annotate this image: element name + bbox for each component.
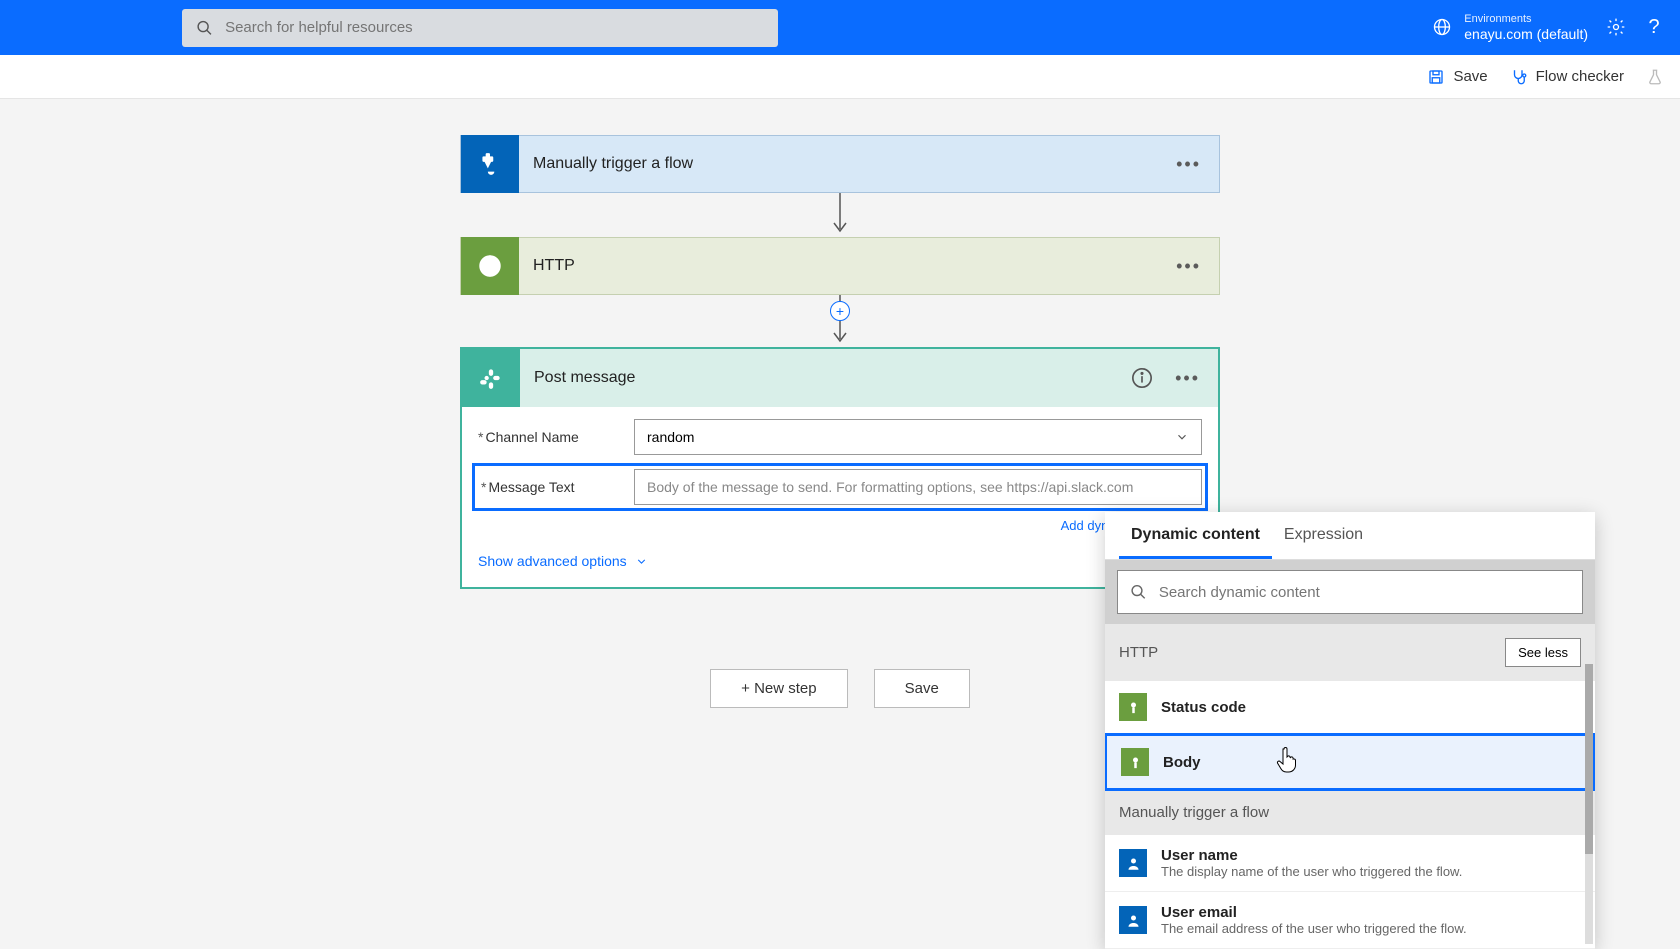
token-name: Status code (1161, 699, 1246, 716)
http-icon (461, 237, 519, 295)
help-icon[interactable]: ? (1644, 17, 1664, 37)
token-item[interactable]: User emailThe email address of the user … (1105, 892, 1595, 949)
dynamic-content-popup: Dynamic content Expression HTTPSee less … (1105, 512, 1595, 949)
stethoscope-icon (1510, 68, 1528, 86)
environment-picker[interactable]: Environments enayu.com (default) (1432, 13, 1588, 43)
connector-arrow (830, 295, 850, 347)
token-item[interactable]: User nameThe display name of the user wh… (1105, 835, 1595, 892)
search-icon (196, 19, 213, 37)
trigger-step[interactable]: Manually trigger a flow ••• (460, 135, 1220, 193)
chevron-down-icon (635, 555, 648, 568)
add-dynamic-content-link[interactable]: Add dynamic content ⚡ (478, 517, 1202, 533)
token-name: Body (1163, 754, 1201, 771)
environment-icon (1432, 17, 1452, 37)
new-step-button[interactable]: + New step (710, 669, 847, 708)
slack-icon (462, 349, 520, 407)
message-text-row: *Message Text Body of the message to sen… (472, 463, 1208, 511)
token-desc: The display name of the user who trigger… (1161, 864, 1462, 879)
channel-name-select[interactable]: random (634, 419, 1202, 455)
message-text-input[interactable]: Body of the message to send. For formatt… (634, 469, 1202, 505)
dynamic-search[interactable] (1117, 570, 1583, 614)
environment-name: enayu.com (default) (1464, 26, 1588, 43)
http-step[interactable]: HTTP ••• (460, 237, 1220, 295)
token-name: User email (1161, 904, 1467, 921)
dynamic-search-input[interactable] (1159, 584, 1570, 601)
see-less-button[interactable]: See less (1505, 638, 1581, 667)
trigger-icon (461, 135, 519, 193)
token-icon (1119, 693, 1147, 721)
token-group-header: HTTPSee less (1105, 624, 1595, 681)
token-icon (1119, 906, 1147, 934)
step-header[interactable]: Post message ••• (462, 349, 1218, 407)
search-icon (1130, 583, 1147, 601)
channel-name-label: *Channel Name (478, 429, 634, 445)
token-list: HTTPSee less Status code Body Manually tr… (1105, 624, 1595, 949)
add-step-icon[interactable] (830, 301, 850, 321)
tab-expression[interactable]: Expression (1272, 512, 1375, 559)
info-icon[interactable] (1127, 367, 1157, 389)
search-input[interactable] (225, 19, 764, 36)
test-button[interactable] (1646, 68, 1664, 86)
search-box[interactable] (182, 9, 778, 47)
step-title: HTTP (533, 257, 1158, 275)
more-icon[interactable]: ••• (1158, 154, 1219, 175)
token-item[interactable]: Body (1105, 733, 1595, 791)
environment-label: Environments (1464, 13, 1588, 26)
save-flow-button[interactable]: Save (874, 669, 970, 708)
token-group-header: Manually trigger a flow (1105, 790, 1595, 835)
show-advanced-link[interactable]: Show advanced options (478, 553, 1202, 569)
step-title: Post message (534, 369, 1127, 387)
step-title: Manually trigger a flow (533, 155, 1158, 173)
token-icon (1121, 748, 1149, 776)
token-icon (1119, 849, 1147, 877)
more-icon[interactable]: ••• (1158, 256, 1219, 277)
token-desc: The email address of the user who trigge… (1161, 921, 1467, 936)
scrollbar[interactable] (1585, 664, 1593, 944)
chevron-down-icon (1175, 430, 1189, 444)
save-button[interactable]: Save (1427, 68, 1487, 86)
flask-icon (1646, 68, 1664, 86)
tab-dynamic-content[interactable]: Dynamic content (1119, 512, 1272, 559)
app-header: Environments enayu.com (default) ? (0, 0, 1680, 55)
more-icon[interactable]: ••• (1157, 368, 1218, 389)
flow-checker-button[interactable]: Flow checker (1510, 68, 1624, 86)
token-name: User name (1161, 847, 1462, 864)
connector-arrow (830, 193, 850, 237)
message-text-label: *Message Text (478, 479, 634, 495)
toolbar: Save Flow checker (0, 55, 1680, 99)
token-item[interactable]: Status code (1105, 681, 1595, 734)
settings-icon[interactable] (1606, 17, 1626, 37)
save-icon (1427, 68, 1445, 86)
